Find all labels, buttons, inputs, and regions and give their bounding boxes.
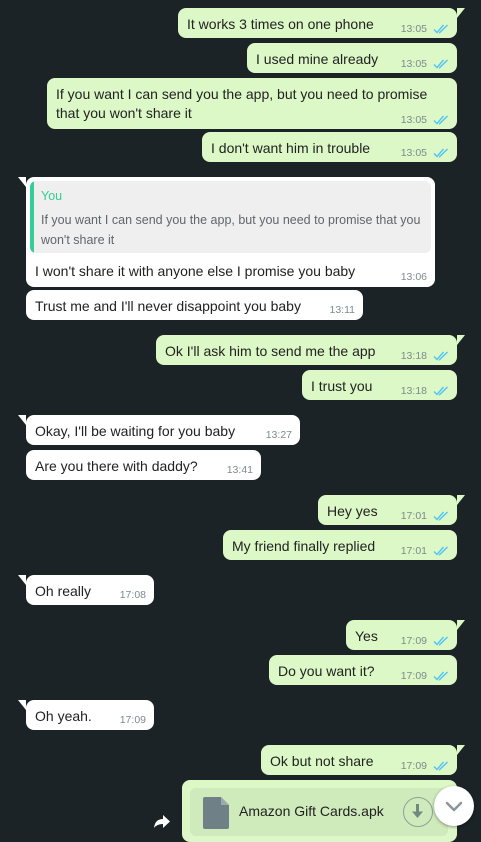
message-text: Are you there with daddy? (35, 458, 198, 474)
message-text: I won't share it with anyone else I prom… (35, 263, 356, 279)
read-ticks-icon (433, 385, 449, 397)
document-icon (203, 797, 229, 829)
message-out[interactable]: Yes 17:09 (346, 620, 465, 650)
file-name: Amazon Gift Cards.apk (239, 803, 384, 819)
message-time: 13:27 (265, 429, 292, 441)
message-text: It works 3 times on one phone (187, 16, 374, 32)
download-arrow-icon (412, 804, 423, 818)
message-out[interactable]: I trust you 13:18 (302, 370, 457, 400)
message-text: Oh yeah. (35, 708, 92, 724)
message-text: Yes (355, 628, 378, 644)
message-time: 17:09 (119, 714, 146, 726)
scroll-to-bottom-button[interactable] (434, 786, 474, 826)
message-in[interactable]: Are you there with daddy? 13:41 (26, 450, 261, 480)
read-ticks-icon (433, 350, 449, 362)
read-ticks-icon (433, 670, 449, 682)
message-in[interactable]: Okay, I'll be waiting for you baby 13:27 (18, 415, 300, 445)
message-out[interactable]: Ok but not share 17:09 (261, 745, 465, 775)
quoted-message[interactable]: You If you want I can send you the app, … (30, 181, 431, 253)
message-out[interactable]: My friend finally replied 17:01 (223, 530, 457, 560)
message-out[interactable]: I don't want him in trouble 13:05 (202, 132, 457, 162)
message-out[interactable]: Do you want it? 17:09 (269, 655, 457, 685)
download-button[interactable] (403, 797, 433, 827)
message-time: 17:08 (119, 589, 146, 601)
message-out[interactable]: If you want I can send you the app, but … (47, 78, 457, 129)
message-time: 13:05 (400, 58, 427, 70)
message-text: Oh really (35, 583, 92, 599)
read-ticks-icon (433, 635, 449, 647)
message-time: 13:41 (226, 464, 253, 476)
message-in[interactable]: Trust me and I'll never disappoint you b… (26, 290, 363, 320)
message-text: Ok I'll ask him to send me the app (165, 343, 376, 359)
message-text: Okay, I'll be waiting for you baby (35, 423, 236, 439)
message-text: Do you want it? (278, 663, 375, 679)
forward-button[interactable] (146, 806, 176, 836)
message-time: 13:11 (329, 304, 356, 316)
quote-accent-bar (30, 181, 34, 253)
message-out[interactable]: Hey yes 17:01 (318, 495, 465, 525)
message-time: 17:01 (400, 545, 427, 557)
message-out[interactable]: I used mine already 13:05 (247, 43, 457, 73)
chevron-down-icon (445, 801, 463, 812)
read-ticks-icon (433, 147, 449, 159)
file-attachment[interactable]: Amazon Gift Cards.apk (190, 788, 448, 836)
read-ticks-icon (433, 545, 449, 557)
message-text: Ok but not share (270, 753, 374, 769)
quote-author: You (41, 189, 63, 203)
message-text-line-2: that you won't share it (56, 105, 192, 121)
message-time: 13:05 (400, 23, 427, 35)
read-ticks-icon (433, 58, 449, 70)
file-message[interactable]: Amazon Gift Cards.apk (182, 780, 457, 842)
message-time: 13:06 (400, 271, 427, 283)
message-text-line-1: If you want I can send you the app, but … (56, 86, 428, 102)
message-time: 13:18 (400, 350, 427, 362)
message-text: I don't want him in trouble (211, 140, 371, 156)
message-time: 17:09 (400, 760, 427, 772)
read-ticks-icon (433, 510, 449, 522)
forward-arrow-icon (154, 815, 170, 828)
message-time: 17:01 (400, 510, 427, 522)
message-out[interactable]: It works 3 times on one phone 13:05 (178, 8, 465, 38)
read-ticks-icon (433, 23, 449, 35)
read-ticks-icon (433, 114, 449, 126)
message-in[interactable]: Oh really 17:08 (18, 575, 154, 605)
message-time: 17:09 (400, 670, 427, 682)
message-time: 13:05 (400, 114, 427, 126)
message-text: Hey yes (327, 503, 378, 519)
message-text: Trust me and I'll never disappoint you b… (35, 298, 301, 314)
message-time: 17:09 (400, 635, 427, 647)
message-out[interactable]: Ok I'll ask him to send me the app 13:18 (156, 335, 465, 365)
quote-text: If you want I can send you the app, but … (41, 213, 421, 247)
message-time: 13:18 (400, 385, 427, 397)
message-time: 13:05 (400, 147, 427, 159)
message-in-reply[interactable]: You If you want I can send you the app, … (18, 177, 435, 287)
message-text: I trust you (311, 378, 373, 394)
message-in[interactable]: Oh yeah. 17:09 (18, 700, 154, 730)
message-text: My friend finally replied (232, 538, 376, 554)
message-text: I used mine already (256, 51, 379, 67)
read-ticks-icon (433, 760, 449, 772)
